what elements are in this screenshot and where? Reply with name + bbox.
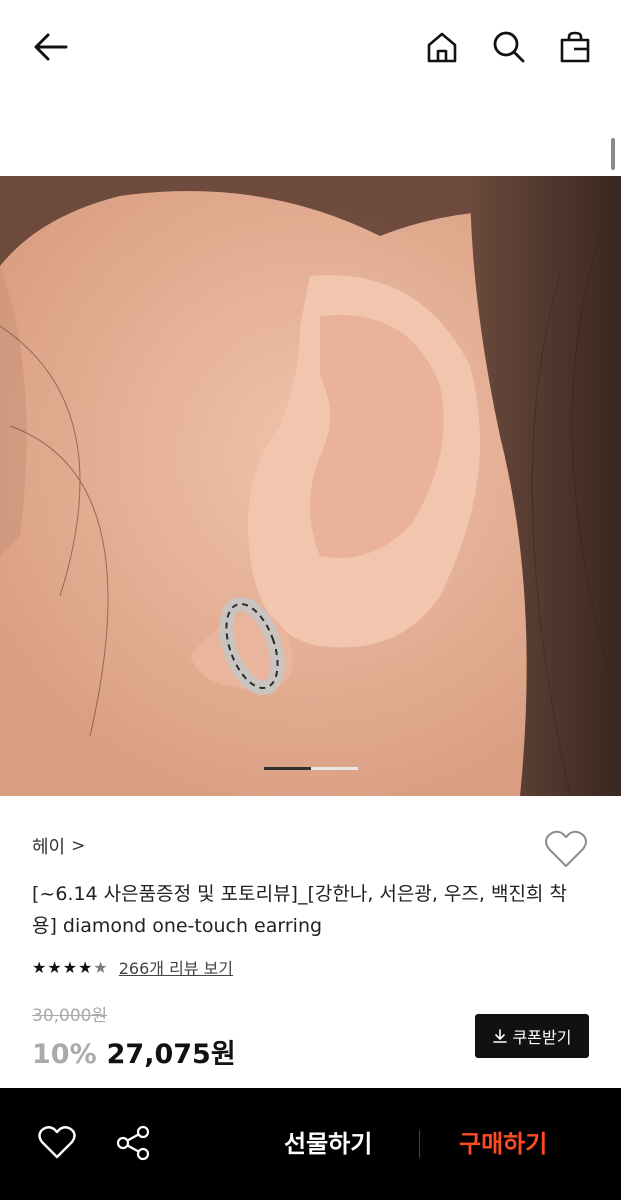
- rating-stars: ★★★★★: [32, 957, 109, 977]
- buy-button[interactable]: 구매하기: [459, 1124, 547, 1159]
- share-icon: [116, 1125, 150, 1161]
- discount-rate: 10%: [32, 1039, 97, 1070]
- price-row: 10% 27,075원: [32, 1032, 236, 1071]
- download-icon: [492, 1029, 507, 1043]
- arrow-left-icon: [34, 33, 68, 61]
- share-button[interactable]: [114, 1124, 152, 1162]
- sale-price: 27,075원: [106, 1039, 236, 1070]
- coupon-button[interactable]: 쿠폰받기: [475, 1014, 589, 1058]
- brand-name: 헤이: [32, 837, 66, 858]
- review-link[interactable]: 266개 리뷰 보기: [119, 955, 233, 979]
- chevron-right-icon: >: [71, 836, 86, 856]
- brand-link[interactable]: 헤이 >: [32, 833, 85, 859]
- heart-outline-icon: [545, 830, 587, 867]
- heart-icon: [38, 1126, 76, 1159]
- original-price: 30,000원: [32, 1006, 108, 1026]
- top-navigation-bar: [0, 0, 621, 96]
- wishlist-button[interactable]: [544, 828, 588, 870]
- coupon-label: 쿠폰받기: [512, 1028, 572, 1047]
- search-icon: [493, 31, 525, 63]
- image-pagination-active: [264, 767, 311, 770]
- product-image[interactable]: [0, 176, 621, 796]
- half-star-icon: ★: [93, 957, 109, 977]
- scrollbar[interactable]: [611, 138, 615, 170]
- search-button[interactable]: [485, 23, 533, 71]
- image-pagination: [264, 767, 358, 770]
- rating-row: ★★★★★ 266개 리뷰 보기: [32, 955, 233, 979]
- back-button[interactable]: [26, 23, 74, 71]
- earring-photo: [0, 176, 621, 796]
- gift-button[interactable]: 선물하기: [284, 1124, 372, 1159]
- product-title: [~6.14 사은품증정 및 포토리뷰]_[강한나, 서은광, 우즈, 백진희 …: [32, 883, 567, 937]
- home-button[interactable]: [418, 23, 466, 71]
- shopping-bag-icon: [560, 31, 590, 63]
- home-icon: [427, 32, 457, 63]
- shopping-bag-button[interactable]: [551, 23, 599, 71]
- bottom-bar-divider: [419, 1130, 420, 1158]
- bottom-wishlist-button[interactable]: [38, 1124, 76, 1160]
